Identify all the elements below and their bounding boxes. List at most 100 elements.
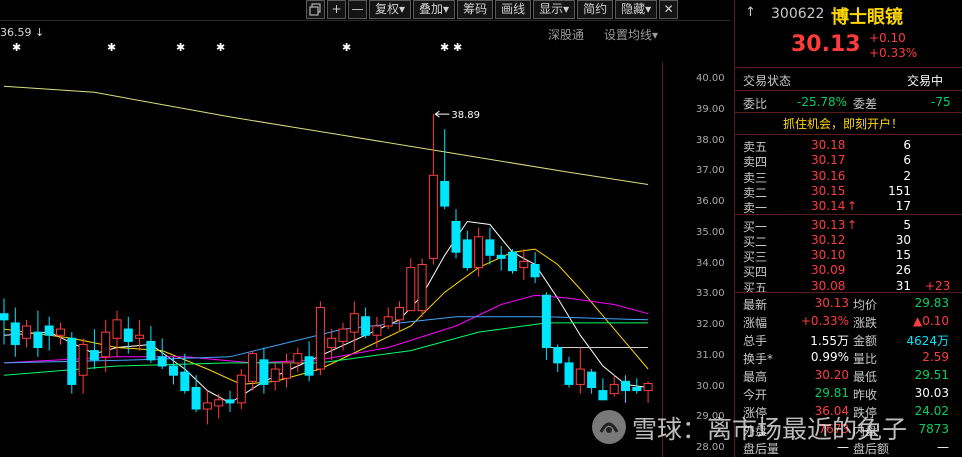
stat-label: 涨跌 — [853, 316, 878, 330]
candle[interactable] — [315, 301, 325, 376]
candle[interactable] — [169, 356, 178, 385]
candle[interactable] — [270, 362, 280, 391]
candle[interactable] — [428, 114, 438, 265]
candle-body-up — [428, 174, 438, 259]
candle[interactable] — [180, 353, 190, 394]
collapse-arrow-icon[interactable]: ↑ — [745, 5, 756, 20]
candle[interactable] — [236, 369, 246, 410]
candle[interactable] — [22, 319, 32, 348]
candle[interactable] — [587, 369, 597, 394]
candle[interactable] — [406, 258, 416, 312]
candle[interactable] — [202, 390, 212, 425]
last-price: 30.13 — [791, 32, 861, 57]
candle[interactable] — [541, 292, 551, 360]
candle-body-up — [349, 313, 359, 333]
candle[interactable] — [101, 319, 111, 373]
candle[interactable] — [304, 341, 314, 382]
candle[interactable] — [112, 310, 122, 357]
candle-body-up — [417, 264, 427, 312]
candle[interactable] — [395, 301, 404, 333]
uptick-arrow-icon: ↑ — [847, 217, 858, 232]
stat-value: 1.55万 — [810, 334, 849, 348]
ma-line-ma5 — [3, 220, 649, 404]
candle[interactable] — [553, 344, 563, 373]
stat-label: 总手 — [743, 334, 768, 348]
promo-link[interactable]: 抓住机会，即刻开户！ — [783, 115, 903, 132]
candle[interactable] — [519, 249, 529, 280]
candle-body-up — [202, 402, 212, 410]
candle[interactable] — [259, 347, 269, 394]
candle[interactable] — [89, 329, 99, 370]
candle[interactable] — [361, 307, 371, 339]
stat-value: 0.99% — [810, 350, 849, 364]
candle-body-up — [214, 399, 224, 407]
candle[interactable] — [327, 329, 337, 360]
candlestick-plot[interactable]: 38.89 — [0, 0, 730, 457]
price-axis-tick: 33.00 — [696, 288, 725, 300]
candle[interactable] — [496, 246, 506, 271]
candle[interactable] — [349, 301, 359, 351]
candle-body-down — [10, 322, 20, 345]
candle[interactable] — [33, 310, 43, 357]
candle[interactable] — [0, 298, 9, 345]
stat-value: 30.20 — [814, 368, 849, 382]
snowball-logo-icon — [592, 410, 626, 444]
candle[interactable] — [440, 129, 450, 210]
candle[interactable] — [248, 350, 258, 391]
candle[interactable] — [157, 338, 167, 370]
candle[interactable] — [643, 381, 653, 403]
kline-chart-panel[interactable]: + — 复权▾ 叠加▾ 筹码 画线 显示▾ 简约 隐藏▾ ✕ 36.59 ↓ 深… — [0, 0, 730, 457]
price-axis-tick: 36.00 — [696, 196, 725, 207]
stat-label: 涨幅 — [743, 316, 768, 330]
candle-body-up — [609, 383, 619, 395]
candle[interactable] — [508, 249, 517, 274]
candle-body-down — [0, 313, 9, 321]
candle-body-down — [157, 356, 167, 367]
candle-body-down — [89, 350, 99, 361]
candle-body-up — [78, 343, 88, 376]
candle-body-up — [56, 328, 65, 336]
candle[interactable] — [451, 209, 461, 259]
candle[interactable] — [293, 347, 303, 373]
candle[interactable] — [214, 393, 224, 419]
candle-body-up — [135, 334, 145, 339]
candle-body-up — [22, 325, 32, 339]
candle-body-up — [236, 374, 246, 404]
candle[interactable] — [191, 375, 201, 413]
candle[interactable] — [56, 322, 65, 345]
candle[interactable] — [485, 227, 495, 265]
candle[interactable] — [530, 252, 540, 283]
candle[interactable] — [621, 375, 630, 403]
candle[interactable] — [225, 390, 235, 413]
candle-body-down — [598, 390, 608, 401]
candle-body-down — [530, 264, 540, 278]
candle-body-up — [372, 325, 382, 336]
ma-line-ma60 — [3, 322, 649, 376]
watermark-text: 雪球：离市场最近的兔子 — [632, 415, 908, 444]
stat-label: 昨收 — [853, 388, 878, 402]
candle-body-up — [406, 267, 416, 312]
candle-body-down — [496, 254, 506, 259]
candle[interactable] — [462, 230, 472, 271]
candle-body-up — [101, 331, 111, 358]
candle[interactable] — [44, 316, 54, 351]
bid-volume: 30 — [895, 232, 911, 247]
candle-body-down — [632, 387, 642, 392]
candle[interactable] — [609, 375, 619, 397]
price-axis-tick: 38.00 — [696, 134, 725, 146]
candle[interactable] — [10, 307, 20, 357]
candle[interactable] — [146, 326, 156, 363]
candle[interactable] — [78, 338, 88, 394]
candle[interactable] — [564, 356, 574, 388]
candle[interactable] — [575, 347, 585, 394]
price-axis-tick: 31.00 — [696, 349, 725, 361]
stat-value: 4624万 — [906, 334, 949, 348]
stat-value: ▲0.10 — [913, 314, 949, 328]
candle[interactable] — [282, 353, 291, 388]
stat-value: 30.03 — [914, 386, 949, 400]
candle[interactable] — [383, 307, 393, 330]
candle[interactable] — [598, 378, 608, 401]
candle[interactable] — [67, 332, 77, 394]
candle[interactable] — [417, 258, 427, 317]
candle-body-up — [474, 236, 484, 269]
